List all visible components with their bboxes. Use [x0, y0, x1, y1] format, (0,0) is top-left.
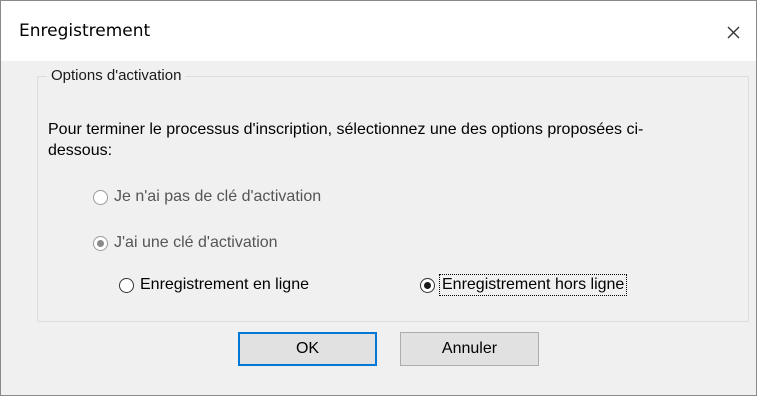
radio-dot	[97, 239, 104, 247]
instructions-text: Pour terminer le processus d'inscription…	[48, 121, 644, 159]
radio-have-activation-key[interactable]: J'ai une clé d'activation	[93, 234, 278, 252]
radio-offline-registration[interactable]: Enregistrement hors ligne	[420, 274, 628, 296]
close-button[interactable]	[716, 15, 750, 49]
dialog-window: Enregistrement Options d'activation Pour…	[0, 0, 757, 396]
close-icon	[727, 26, 739, 38]
radio-label: Enregistrement en ligne	[140, 276, 309, 293]
radio-no-activation-key[interactable]: Je n'ai pas de clé d'activation	[93, 188, 321, 206]
radio-online-registration[interactable]: Enregistrement en ligne	[119, 276, 309, 294]
radio-label: Enregistrement hors ligne	[438, 274, 628, 296]
cancel-button[interactable]: Annuler	[400, 332, 539, 366]
ok-button[interactable]: OK	[238, 332, 377, 366]
radio-circle	[93, 235, 108, 251]
radio-circle	[119, 277, 134, 293]
radio-label: J'ai une clé d'activation	[114, 234, 278, 251]
activation-options-group: Options d'activation Pour terminer le pr…	[37, 67, 749, 322]
radio-circle	[420, 277, 435, 293]
title-bar: Enregistrement	[1, 1, 756, 61]
radio-label: Je n'ai pas de clé d'activation	[114, 188, 322, 205]
radio-dot	[424, 281, 431, 289]
dialog-title: Enregistrement	[19, 21, 151, 41]
group-legend: Options d'activation	[47, 67, 186, 84]
radio-circle	[93, 189, 108, 205]
